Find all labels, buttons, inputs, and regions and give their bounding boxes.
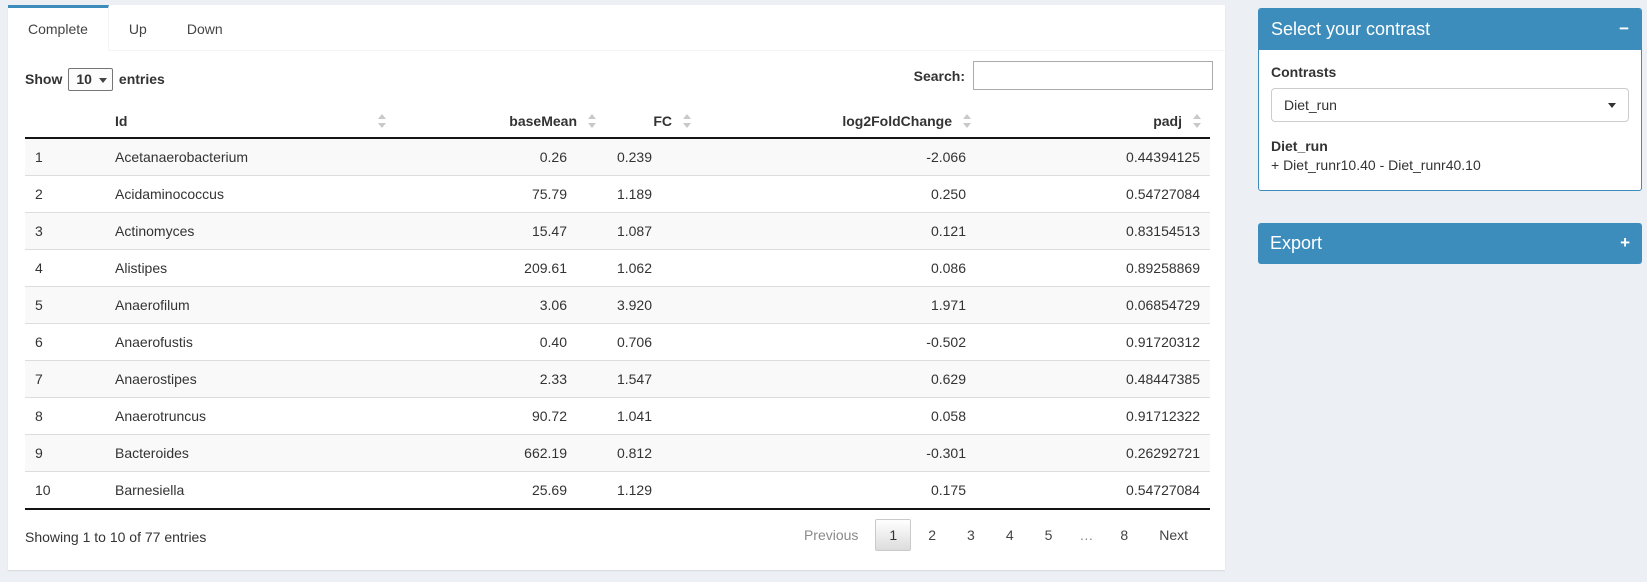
page-button-3[interactable]: 3 (953, 519, 989, 551)
contrast-name: Diet_run (1271, 138, 1629, 154)
column-header-log2foldchange[interactable]: log2FoldChange (700, 105, 980, 138)
table-footer: Showing 1 to 10 of 77 entries Previous 1… (25, 510, 1202, 564)
caret-down-icon (1608, 103, 1616, 108)
expand-icon[interactable]: + (1620, 232, 1630, 254)
page-button-5[interactable]: 5 (1031, 519, 1067, 551)
results-tab-bar: Complete Up Down (8, 5, 1225, 51)
results-table-wrap: Id baseMean FC log2FoldChange (25, 105, 1202, 510)
tab-down[interactable]: Down (167, 5, 243, 51)
contrast-formula: + Diet_runr10.40 - Diet_runr40.10 (1271, 157, 1629, 173)
sort-icon (587, 113, 597, 129)
page-button-2[interactable]: 2 (914, 519, 950, 551)
page-length-select[interactable]: 10 (68, 68, 113, 91)
results-box: Complete Up Down Show 10 entries Search: I… (8, 5, 1225, 570)
page-button-4[interactable]: 4 (992, 519, 1028, 551)
export-panel-title: Export (1270, 233, 1322, 253)
show-label: Show (25, 71, 62, 87)
search-label: Search: (914, 68, 965, 84)
contrast-select-value: Diet_run (1284, 97, 1337, 113)
column-header-id[interactable]: Id (105, 105, 395, 138)
table-row[interactable]: 10 Barnesiella 25.69 1.129 0.175 0.54727… (25, 472, 1210, 510)
table-controls: Show 10 entries Search: (25, 61, 1213, 99)
table-row[interactable]: 9 Bacteroides 662.19 0.812 -0.301 0.2629… (25, 435, 1210, 472)
sort-icon (377, 113, 387, 129)
tab-complete[interactable]: Complete (8, 5, 109, 51)
next-page-button[interactable]: Next (1145, 519, 1202, 551)
contrast-panel-title: Select your contrast (1271, 19, 1430, 39)
contrast-panel: Select your contrast − Contrasts Diet_ru… (1258, 8, 1642, 191)
table-info: Showing 1 to 10 of 77 entries (25, 529, 206, 545)
page-button-8[interactable]: 8 (1106, 519, 1142, 551)
sort-icon (962, 113, 972, 129)
tab-up[interactable]: Up (109, 5, 167, 51)
page-length-control: Show 10 entries (25, 68, 165, 91)
page-button-1[interactable]: 1 (875, 519, 911, 551)
contrast-select[interactable]: Diet_run (1271, 88, 1629, 122)
table-row[interactable]: 8 Anaerotruncus 90.72 1.041 0.058 0.9171… (25, 398, 1210, 435)
table-row[interactable]: 5 Anaerofilum 3.06 3.920 1.971 0.0685472… (25, 287, 1210, 324)
table-row[interactable]: 7 Anaerostipes 2.33 1.547 0.629 0.484473… (25, 361, 1210, 398)
table-row[interactable]: 4 Alistipes 209.61 1.062 0.086 0.8925886… (25, 250, 1210, 287)
results-table: Id baseMean FC log2FoldChange (25, 105, 1210, 510)
previous-page-button[interactable]: Previous (790, 519, 872, 551)
column-header-padj[interactable]: padj (980, 105, 1210, 138)
pagination-ellipsis: … (1069, 519, 1103, 551)
sort-icon (682, 113, 692, 129)
export-panel-header[interactable]: Export + (1258, 223, 1642, 264)
table-row[interactable]: 6 Anaerofustis 0.40 0.706 -0.502 0.91720… (25, 324, 1210, 361)
column-header-basemean[interactable]: baseMean (395, 105, 605, 138)
sort-icon (1192, 113, 1202, 129)
table-row[interactable]: 3 Actinomyces 15.47 1.087 0.121 0.831545… (25, 213, 1210, 250)
entries-label: entries (119, 71, 165, 87)
collapse-icon[interactable]: − (1619, 18, 1629, 40)
table-row[interactable]: 2 Acidaminococcus 75.79 1.189 0.250 0.54… (25, 176, 1210, 213)
table-header-row: Id baseMean FC log2FoldChange (25, 105, 1210, 138)
search-control: Search: (914, 61, 1213, 90)
search-input[interactable] (973, 61, 1213, 90)
column-header-fc[interactable]: FC (605, 105, 700, 138)
table-row[interactable]: 1 Acetanaerobacterium 0.26 0.239 -2.066 … (25, 138, 1210, 176)
contrasts-label: Contrasts (1271, 64, 1629, 80)
caret-down-icon (99, 78, 107, 83)
pagination: Previous 1 2 3 4 5 … 8 Next (787, 519, 1202, 551)
contrast-panel-header: Select your contrast − (1259, 9, 1641, 50)
contrast-panel-body: Contrasts Diet_run Diet_run + Diet_runr1… (1259, 50, 1641, 190)
column-header-rownum (25, 105, 105, 138)
